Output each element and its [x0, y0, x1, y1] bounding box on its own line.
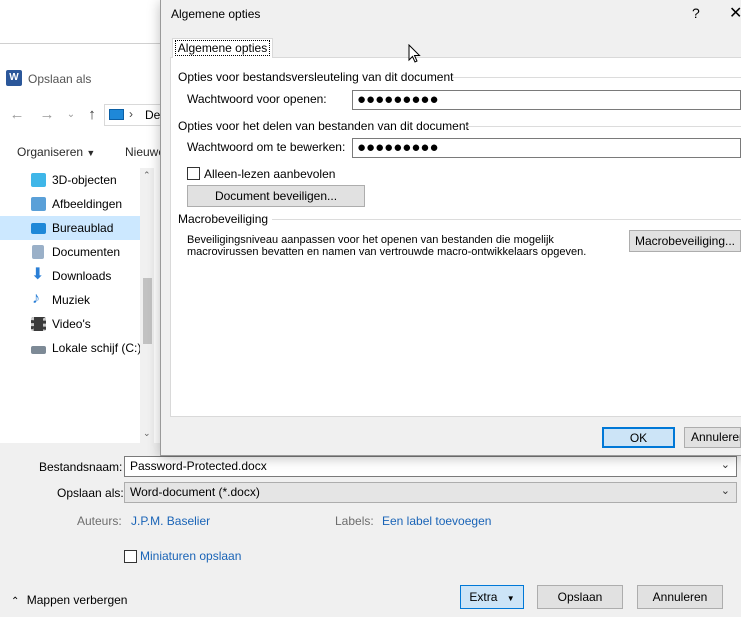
filename-label: Bestandsnaam:	[39, 460, 123, 474]
desktop-icon	[109, 109, 124, 120]
hide-folders-label: Mappen verbergen	[26, 593, 128, 607]
sharing-group-label: Opties voor het delen van bestanden van …	[178, 119, 469, 133]
save-type-value: Word-document (*.docx)	[130, 485, 260, 499]
tree-item-label: Bureaublad	[52, 221, 114, 235]
documents-icon	[32, 245, 44, 259]
macro-security-button[interactable]: Macrobeveiliging...	[629, 230, 741, 252]
read-only-label[interactable]: Alleen-lezen aanbevolen	[204, 167, 335, 181]
tree-item-label: Afbeeldingen	[52, 197, 123, 211]
videos-icon	[31, 317, 46, 331]
macro-group-label: Macrobeveiliging	[178, 212, 269, 226]
modify-password-label: Wachtwoord om te bewerken:	[187, 140, 346, 154]
3d-objects-icon	[31, 173, 46, 187]
thumbnails-checkbox[interactable]	[124, 550, 137, 563]
group-divider	[452, 77, 741, 78]
pictures-icon	[31, 197, 46, 211]
mouse-cursor-icon	[408, 44, 421, 63]
drive-icon	[31, 346, 46, 354]
tree-item-music[interactable]: ♪ Muziek	[0, 288, 140, 312]
encryption-group-label: Opties voor bestandsversleuteling van di…	[178, 70, 454, 84]
save-type-select[interactable]: Word-document (*.docx) ⌄	[124, 482, 737, 503]
labels-label: Labels:	[335, 514, 374, 528]
background-window-strip	[0, 0, 160, 44]
authors-link[interactable]: J.P.M. Baselier	[131, 514, 210, 528]
save-as-cancel-button[interactable]: Annuleren	[637, 585, 723, 609]
open-password-label: Wachtwoord voor openen:	[187, 92, 327, 106]
macro-description-line-2: macrovirussen bevatten en namen van vert…	[187, 246, 587, 258]
music-icon: ♪	[32, 290, 40, 307]
read-only-checkbox[interactable]	[187, 167, 200, 180]
address-bar[interactable]: › Dez	[104, 104, 166, 126]
add-label-link[interactable]: Een label toevoegen	[382, 514, 491, 528]
forward-arrow-icon[interactable]: →	[38, 104, 56, 126]
breadcrumb-chevron-icon: ›	[129, 107, 133, 121]
scrollbar-thumb[interactable]	[143, 278, 152, 344]
chevron-up-icon: ⌃	[11, 596, 20, 607]
tree-item-label: Muziek	[52, 293, 91, 307]
extra-button[interactable]: Extra ▼	[460, 585, 524, 609]
tree-item-documents[interactable]: Documenten	[0, 240, 140, 264]
save-as-title: Opslaan als	[28, 72, 92, 86]
recent-locations-chevron-icon[interactable]: ⌄	[62, 104, 80, 126]
word-logo-icon: W	[6, 70, 22, 86]
tree-item-videos[interactable]: Video's	[0, 312, 140, 336]
thumbnails-label[interactable]: Miniaturen opslaan	[140, 549, 241, 563]
modify-password-input[interactable]: ●●●●●●●●●	[352, 138, 741, 158]
filename-input[interactable]: Password-Protected.docx ⌄	[124, 456, 737, 477]
save-type-label: Opslaan als:	[57, 486, 124, 500]
tree-item-3d-objects[interactable]: 3D-objecten	[0, 168, 140, 192]
desktop-icon	[31, 223, 46, 234]
open-password-input[interactable]: ●●●●●●●●●	[352, 90, 741, 110]
back-arrow-icon[interactable]: ←	[8, 104, 26, 126]
help-icon[interactable]: ?	[692, 5, 700, 21]
organize-label: Organiseren	[17, 145, 84, 159]
group-divider	[272, 219, 741, 220]
navigation-tree: 3D-objecten Afbeeldingen Bureaublad Docu…	[0, 168, 142, 443]
filename-value: Password-Protected.docx	[130, 459, 267, 473]
group-divider	[466, 126, 741, 127]
tree-item-desktop[interactable]: Bureaublad	[0, 216, 140, 240]
save-button[interactable]: Opslaan	[537, 585, 623, 609]
tree-item-label: Documenten	[52, 245, 121, 259]
dropdown-arrow-icon: ▼	[86, 148, 96, 158]
tree-item-downloads[interactable]: ⬇ Downloads	[0, 264, 140, 288]
dialog-title: Algemene opties	[171, 7, 261, 21]
authors-label: Auteurs:	[77, 514, 122, 528]
tab-general-options[interactable]: Algemene opties	[172, 38, 273, 58]
organize-menu[interactable]: Organiseren ▼	[17, 145, 95, 159]
dropdown-arrow-icon: ▼	[506, 594, 515, 603]
dialog-cancel-button[interactable]: Annuleren	[684, 427, 741, 448]
tree-item-label: Lokale schijf (C:)	[52, 341, 142, 355]
hide-folders-toggle[interactable]: ⌃ Mappen verbergen	[11, 593, 127, 607]
close-icon[interactable]: ✕	[729, 3, 741, 23]
protect-document-button[interactable]: Document beveiligen...	[187, 185, 365, 207]
tree-item-pictures[interactable]: Afbeeldingen	[0, 192, 140, 216]
ok-button[interactable]: OK	[602, 427, 675, 448]
up-arrow-icon[interactable]: ↑	[83, 104, 101, 126]
chevron-down-icon[interactable]: ⌄	[721, 458, 730, 473]
chevron-down-icon: ⌄	[720, 485, 730, 497]
extra-label: Extra	[469, 590, 498, 604]
tree-item-local-disk[interactable]: Lokale schijf (C:)	[0, 336, 142, 360]
tree-item-label: 3D-objecten	[52, 173, 117, 187]
tree-item-label: Video's	[52, 317, 91, 331]
tree-item-label: Downloads	[52, 269, 112, 283]
scroll-down-icon[interactable]: ⌄	[143, 428, 151, 439]
tab-label: Algemene opties	[174, 40, 271, 56]
scroll-up-icon[interactable]: ⌃	[143, 170, 151, 181]
downloads-icon: ⬇	[31, 266, 45, 283]
